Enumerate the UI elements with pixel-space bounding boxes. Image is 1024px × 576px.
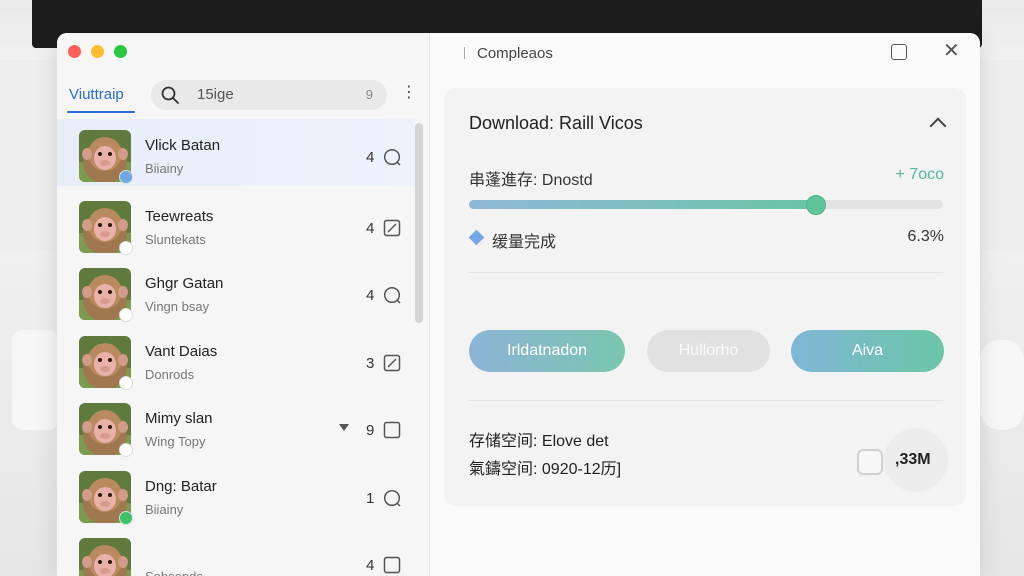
list-item[interactable]: Ghgr Gatan Vingn bsay 4 [57, 257, 415, 324]
window-minimize-button[interactable] [91, 45, 104, 58]
search-badge: 9 [365, 87, 373, 102]
list-item-subtitle: Wing Topy [145, 434, 206, 449]
download-card: Download: Raill Vicos 串蓬進存: Dnostd + 7oc… [444, 88, 966, 506]
action-button-2[interactable]: Hullorho [647, 330, 770, 372]
sidebar-title-underline [67, 111, 135, 113]
diamond-icon [468, 229, 485, 246]
square-icon[interactable] [383, 556, 401, 574]
page-title: Compleaos [477, 45, 553, 62]
chat-bubble-icon[interactable] [383, 489, 401, 507]
chat-bubble-icon[interactable] [383, 286, 401, 304]
download-title: Download: Raill Vicos [469, 113, 643, 133]
list-item[interactable]: Sohsends 4 [57, 527, 415, 576]
window-zoom-button[interactable] [114, 45, 127, 58]
list-item-name: Dng: Batar [145, 477, 217, 495]
list-item[interactable]: Vant Daias Donrods 3 [57, 325, 415, 392]
maximize-icon[interactable] [891, 44, 907, 60]
app-window: Viuttraip 9 ⋮ Vlick Batan Biiainy 4 [57, 33, 980, 576]
background-keyboard [12, 330, 58, 430]
progress-label: 串蓬進存: Dnostd [469, 172, 593, 189]
list-item-count: 4 [366, 287, 375, 304]
chat-bubble-icon[interactable] [383, 148, 401, 166]
list-item-subtitle: Sluntekats [145, 231, 206, 247]
progress-fill [469, 200, 816, 209]
storage-line-1: 存储空间: Elove det [469, 433, 609, 450]
list-item-subtitle: Vingn bsay [145, 299, 210, 314]
list-item[interactable]: Dng: Batar Biiainy 1 [57, 460, 415, 527]
list-item-subtitle: Biiainy [145, 501, 184, 517]
list-item-count: 4 [366, 219, 375, 237]
window-close-button[interactable] [68, 45, 81, 58]
divider [469, 272, 943, 273]
status-dot [119, 443, 133, 457]
sidebar-scrollbar[interactable] [415, 123, 423, 323]
size-text: ,33M [895, 451, 931, 468]
action-button-1[interactable]: Irldatnadon [469, 330, 625, 372]
list-item[interactable]: Vlick Batan Biiainy 4 [57, 119, 415, 186]
list-item-subtitle: Biiainy [145, 161, 184, 176]
search-icon [161, 86, 179, 104]
list-item-count: 1 [366, 489, 375, 507]
close-icon[interactable]: ✕ [943, 41, 960, 61]
progress-knob[interactable] [806, 195, 827, 215]
list-item-count: 4 [366, 149, 375, 166]
title-divider [464, 47, 465, 59]
list-item-name: Mimy slan [145, 410, 213, 427]
status-dot [119, 170, 133, 184]
status-dot [119, 240, 133, 255]
list-item-count: 3 [366, 354, 375, 372]
status-dot [119, 308, 133, 322]
progress-value: + 7oco [895, 166, 944, 183]
background-mouse [980, 340, 1024, 430]
status-value: 6.3% [907, 228, 944, 245]
storage-line-2: 氣鑄空间: 0920-12历] [469, 461, 622, 478]
search-box[interactable]: 9 [151, 80, 387, 110]
list-item-name: Teewreats [145, 207, 214, 225]
list-item-name: Vant Daias [145, 342, 218, 360]
progress-track[interactable] [469, 195, 943, 215]
list-item-subtitle: Donrods [145, 366, 195, 382]
sidebar: Viuttraip 9 ⋮ Vlick Batan Biiainy 4 [57, 33, 430, 576]
search-input[interactable] [197, 86, 357, 103]
list-item-name: Ghgr Gatan [145, 275, 224, 292]
edit-square-icon[interactable] [383, 354, 401, 372]
square-icon[interactable] [383, 421, 401, 439]
list-item-count: 4 [366, 557, 375, 574]
status-dot [119, 510, 133, 525]
edit-square-icon[interactable] [383, 219, 401, 237]
list-item-count: 9 [366, 422, 375, 439]
list-item-subtitle: Sohsends [145, 569, 203, 576]
chevron-up-icon[interactable] [929, 117, 947, 135]
status-dot [119, 375, 133, 390]
status-label: 缓量完成 [492, 234, 557, 251]
sidebar-title[interactable]: Viuttraip [69, 86, 124, 103]
list-item[interactable]: Mimy slan Wing Topy 9 [57, 392, 415, 459]
list-item-name: Vlick Batan [145, 137, 221, 154]
checkbox[interactable] [857, 449, 883, 475]
more-options-icon[interactable]: ⋮ [401, 85, 417, 101]
caret-down-icon[interactable] [339, 424, 349, 431]
divider [469, 400, 943, 401]
action-button-3[interactable]: Aiva [791, 330, 944, 372]
list-item[interactable]: Teewreats Sluntekats 4 [57, 190, 415, 257]
avatar [79, 538, 131, 576]
contact-list: Vlick Batan Biiainy 4 Teewreats Slunteka… [57, 119, 415, 576]
